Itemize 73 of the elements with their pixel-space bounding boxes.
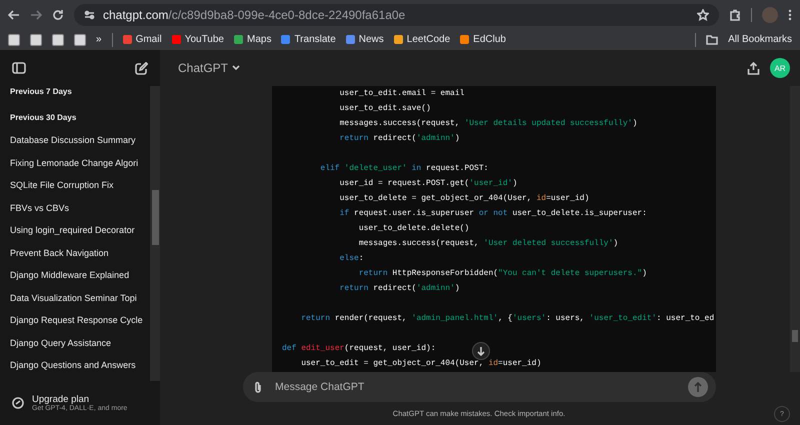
- chat-history-item[interactable]: Fixing Lemonade Change Algori: [10, 152, 150, 174]
- upgrade-title[interactable]: Upgrade plan: [32, 394, 128, 405]
- chat-history-item[interactable]: Prevent Back Navigation: [10, 242, 150, 264]
- code-line: else:: [338, 253, 364, 265]
- bookmark-link[interactable]: Translate: [294, 34, 336, 45]
- app-shortcut-icon[interactable]: [52, 34, 64, 46]
- code-line: user_to_edit.save(): [338, 103, 431, 115]
- code-line: messages.success(request, 'User deleted successfully'): [358, 238, 618, 250]
- new-chat-icon[interactable]: [135, 62, 148, 74]
- chat-history-item[interactable]: Using login_required Decorator: [10, 219, 150, 242]
- back-icon[interactable]: [8, 8, 20, 20]
- site-settings-icon[interactable]: [84, 10, 95, 20]
- code-line: messages.success(request, 'User details updated successfully'): [338, 118, 638, 130]
- code-line: if request.user.is_superuser or not user_to_delete.is_superuser:: [338, 208, 647, 220]
- section-heading: Previous 7 Days: [10, 86, 73, 98]
- bookmarks-overflow[interactable]: »: [96, 34, 102, 45]
- star-icon[interactable]: [697, 8, 709, 20]
- bookmark-icon[interactable]: [281, 35, 290, 44]
- page-scrollbar[interactable]: [790, 86, 800, 372]
- menu-icon[interactable]: [788, 8, 792, 20]
- message-field[interactable]: Message ChatGPT: [273, 380, 678, 394]
- code-line: return HttpResponseForbidden("You can't delete superusers."): [358, 268, 647, 280]
- forward-icon[interactable]: [30, 8, 42, 20]
- bookmark-icon[interactable]: [394, 35, 403, 44]
- code-line: user_id = request.POST.get('user_id'): [338, 178, 518, 190]
- bookmark-link[interactable]: Gmail: [136, 34, 162, 45]
- app-shortcut-icon[interactable]: [74, 34, 86, 46]
- upgrade-icon[interactable]: [12, 397, 24, 409]
- address-bar[interactable]: chatgpt.com/c/c89d9ba8-099e-4ce0-8dce-22490fa61a0e: [74, 4, 719, 26]
- sidebar-toggle-icon[interactable]: [12, 62, 26, 74]
- code-line: user_to_edit.email = email: [338, 88, 464, 100]
- code-line: def edit_user(request, user_id):: [282, 343, 436, 355]
- chat-history-item[interactable]: Django Request Response Cycle: [10, 309, 150, 332]
- bookmark-link[interactable]: YouTube: [184, 34, 224, 45]
- code-line: user_to_delete.delete(): [358, 223, 470, 235]
- bookmark-link[interactable]: Maps: [246, 34, 272, 45]
- app-shortcut-icon[interactable]: [30, 34, 42, 46]
- chat-history-item[interactable]: Django Query Assistance: [10, 332, 150, 354]
- bookmark-link[interactable]: EdClub: [473, 34, 506, 45]
- app-shortcut-icon[interactable]: [8, 34, 20, 46]
- chat-history-item[interactable]: SQLite File Corruption Fix: [10, 174, 150, 196]
- chat-history-item[interactable]: Database Discussion Summary: [10, 129, 150, 152]
- arrow-down-icon[interactable]: [477, 346, 485, 356]
- chat-history-item[interactable]: FBVs vs CBVs: [10, 196, 150, 219]
- sidebar-scrollbar[interactable]: [150, 86, 160, 381]
- section-heading: Previous 30 Days: [10, 112, 78, 124]
- model-selector[interactable]: ChatGPT: [178, 61, 240, 75]
- chat-history-item[interactable]: Data Visualization Seminar Topi: [10, 286, 150, 309]
- code-line: user_to_delete = get_object_or_404(User, id=user_id): [338, 193, 590, 205]
- code-line: elif 'delete_user' in request.POST:: [319, 163, 488, 175]
- message-box[interactable]: Message ChatGPT: [243, 372, 716, 402]
- extensions-icon[interactable]: [729, 8, 741, 20]
- bookmark-link[interactable]: LeetCode: [406, 34, 450, 45]
- code-line: return redirect('adminn'): [338, 133, 460, 145]
- share-icon[interactable]: [747, 62, 760, 74]
- bookmark-icon[interactable]: [234, 35, 243, 44]
- attach-icon[interactable]: [253, 380, 263, 394]
- arrow-up-icon[interactable]: [694, 382, 702, 392]
- code-line: user_to_edit = get_object_or_404(User, id=user_id): [300, 358, 542, 370]
- folder-icon[interactable]: [706, 34, 718, 44]
- chat-history-item[interactable]: Django Questions and Answers: [10, 354, 150, 376]
- chat-history-item[interactable]: Django Middleware Explained: [10, 264, 150, 286]
- bookmark-icon[interactable]: [346, 35, 355, 44]
- bookmark-link[interactable]: News: [358, 34, 384, 45]
- bookmark-icon[interactable]: [172, 35, 181, 44]
- reload-icon[interactable]: [52, 8, 64, 20]
- code-line: return render(request, 'admin_panel.html', {'users': users, 'user_to_edit': user_to_ed: [300, 313, 714, 325]
- caret-icon[interactable]: [232, 65, 240, 71]
- bookmark-icon[interactable]: [122, 35, 132, 44]
- send-button[interactable]: [688, 377, 708, 397]
- code-line: return redirect('adminn'): [338, 283, 460, 295]
- bookmark-icon[interactable]: [460, 35, 470, 44]
- all-bookmarks-link[interactable]: All Bookmarks: [728, 34, 792, 45]
